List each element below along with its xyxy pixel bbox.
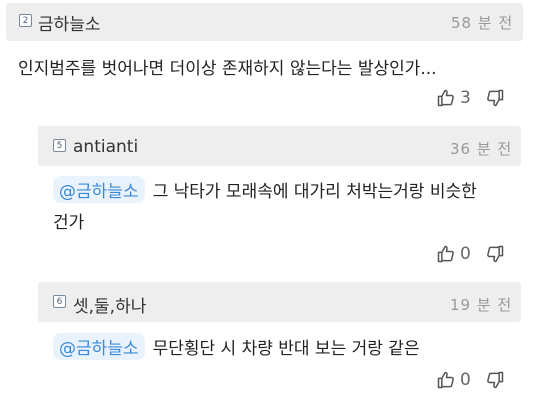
comment-actions: 3 <box>436 88 505 108</box>
reply-actions: 0 <box>436 370 505 390</box>
reply-text: @금하늘소 그 낙타가 모래속에 대가리 처박는거랑 비슷한 <box>53 176 477 203</box>
comment-time: 58 분 전 <box>451 14 514 32</box>
reply-text: @금하늘소 무단횡단 시 차량 반대 보는 거랑 같은 <box>53 333 420 360</box>
reply-time: 36 분 전 <box>450 140 513 158</box>
mention-link[interactable]: @금하늘소 <box>53 176 145 203</box>
thumbs-up-icon[interactable] <box>436 244 456 264</box>
thumbs-up-icon[interactable] <box>436 370 456 390</box>
like-count: 3 <box>460 88 471 108</box>
level-badge-icon: 2 <box>19 14 32 27</box>
reply-author[interactable]: antianti <box>73 137 138 157</box>
comment-author[interactable]: 금하늘소 <box>38 10 101 35</box>
thumbs-down-icon[interactable] <box>485 370 505 390</box>
reply-text-continuation: 건가 <box>53 213 85 233</box>
thumbs-down-icon[interactable] <box>485 244 505 264</box>
reply-actions: 0 <box>436 244 505 264</box>
thumbs-up-icon[interactable] <box>436 88 456 108</box>
reply-author[interactable]: 셋,둘,하나 <box>73 292 146 317</box>
level-badge-icon: 5 <box>53 139 66 152</box>
mention-link[interactable]: @금하늘소 <box>53 333 145 360</box>
thumbs-down-icon[interactable] <box>485 88 505 108</box>
level-badge-icon: 6 <box>53 295 66 308</box>
reply-time: 19 분 전 <box>450 296 513 314</box>
like-count: 0 <box>460 370 471 390</box>
like-count: 0 <box>460 244 471 264</box>
comment-text: 인지범주를 벗어나면 더이상 존재하지 않는다는 발상인가... <box>18 59 437 79</box>
reply-text-line1: 무단횡단 시 차량 반대 보는 거랑 같은 <box>152 339 420 359</box>
reply-text-line1: 그 낙타가 모래속에 대가리 처박는거랑 비슷한 <box>152 182 477 202</box>
